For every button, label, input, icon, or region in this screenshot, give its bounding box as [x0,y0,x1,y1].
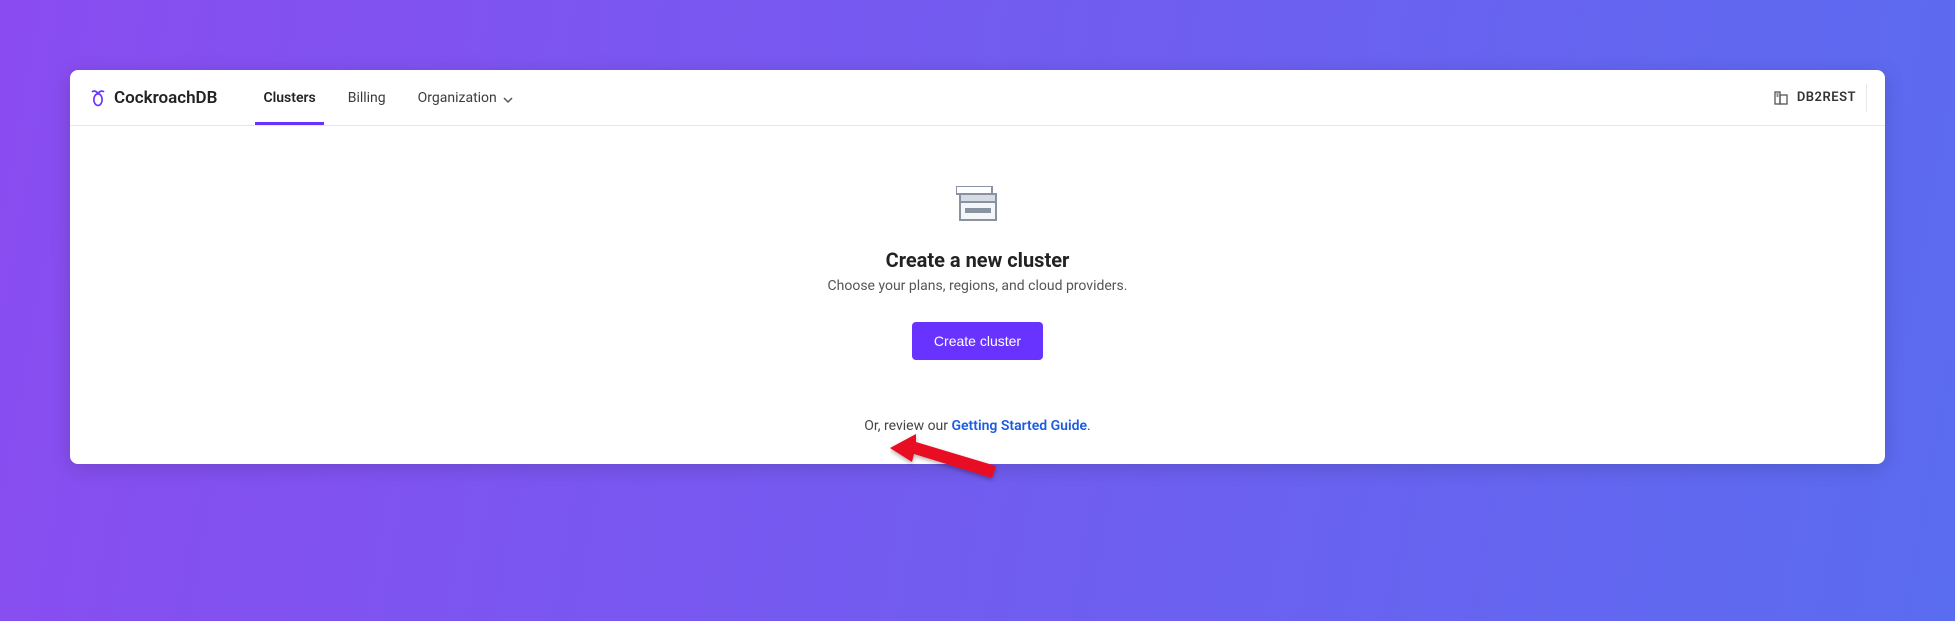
app-window: CockroachDB Clusters Billing Organizatio… [70,70,1885,464]
empty-state-subtitle: Choose your plans, regions, and cloud pr… [828,278,1128,294]
annotation-arrow-icon [890,426,1010,486]
getting-started-link[interactable]: Getting Started Guide [951,418,1087,434]
org-switcher[interactable]: DB2REST [1773,84,1867,112]
chevron-down-icon [503,93,513,103]
nav-organization-label: Organization [418,90,497,106]
create-cluster-button[interactable]: Create cluster [912,322,1043,360]
empty-state: Create a new cluster Choose your plans, … [70,126,1885,464]
primary-nav: Clusters Billing Organization [247,70,528,125]
server-icon [956,186,1000,228]
top-nav-bar: CockroachDB Clusters Billing Organizatio… [70,70,1885,126]
organization-icon [1773,90,1789,106]
create-cluster-button-label: Create cluster [934,333,1021,349]
brand-logo[interactable]: CockroachDB [88,88,217,108]
nav-organization[interactable]: Organization [402,70,529,125]
guide-text: Or, review our Getting Started Guide. [864,418,1090,434]
nav-left-group: CockroachDB Clusters Billing Organizatio… [88,70,529,125]
nav-billing[interactable]: Billing [332,70,402,125]
nav-clusters-label: Clusters [263,90,315,106]
org-switcher-label: DB2REST [1797,90,1856,105]
guide-prefix: Or, review our [864,418,951,434]
nav-billing-label: Billing [348,90,386,106]
empty-state-title: Create a new cluster [886,248,1070,272]
cockroach-icon [88,88,108,108]
nav-clusters[interactable]: Clusters [247,70,331,125]
brand-name: CockroachDB [114,88,217,108]
guide-suffix: . [1087,418,1091,434]
